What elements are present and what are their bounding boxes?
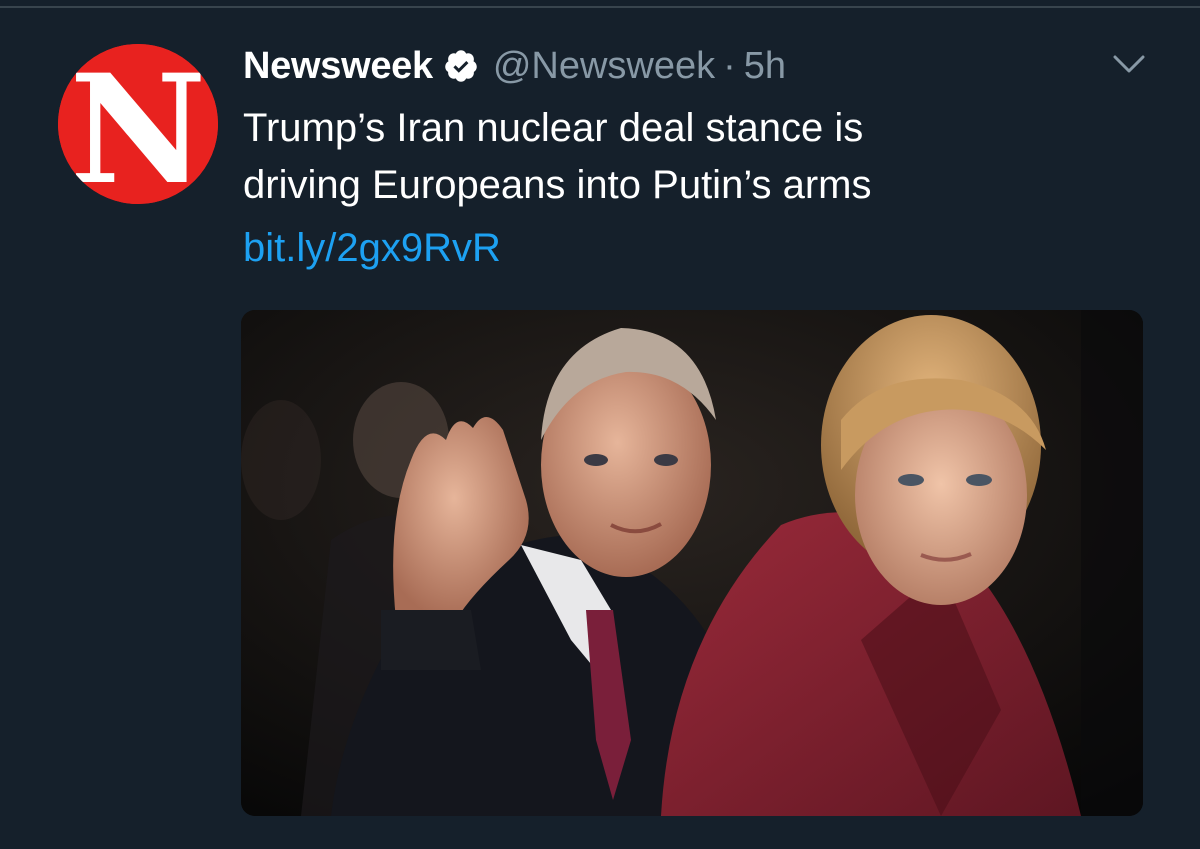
avatar-letter: N <box>69 44 206 204</box>
tweet-link[interactable]: bit.ly/2gx9RvR <box>243 220 501 277</box>
tweet-text-line: Trump’s Iran nuclear deal stance is <box>243 106 864 150</box>
tweet-header: Newsweek @Newsweek · 5h <box>243 40 786 92</box>
tweet-text-line: driving Europeans into Putin’s arms <box>243 163 872 207</box>
tweet-media-photo[interactable] <box>241 310 1143 816</box>
handle[interactable]: @Newsweek <box>493 45 715 88</box>
timestamp[interactable]: 5h <box>744 45 786 88</box>
separator-dot: · <box>723 44 736 87</box>
tweet-card[interactable]: N Newsweek @Newsweek · 5h Trump’s Iran n… <box>0 0 1200 849</box>
verified-badge-icon <box>443 48 479 84</box>
tweet-text: Trump’s Iran nuclear deal stance is driv… <box>243 100 1143 214</box>
photo-image <box>241 310 1143 816</box>
newsweek-logo-icon: N <box>58 44 218 204</box>
display-name[interactable]: Newsweek <box>243 45 433 88</box>
chevron-down-icon[interactable] <box>1112 52 1146 76</box>
avatar[interactable]: N <box>58 44 218 204</box>
